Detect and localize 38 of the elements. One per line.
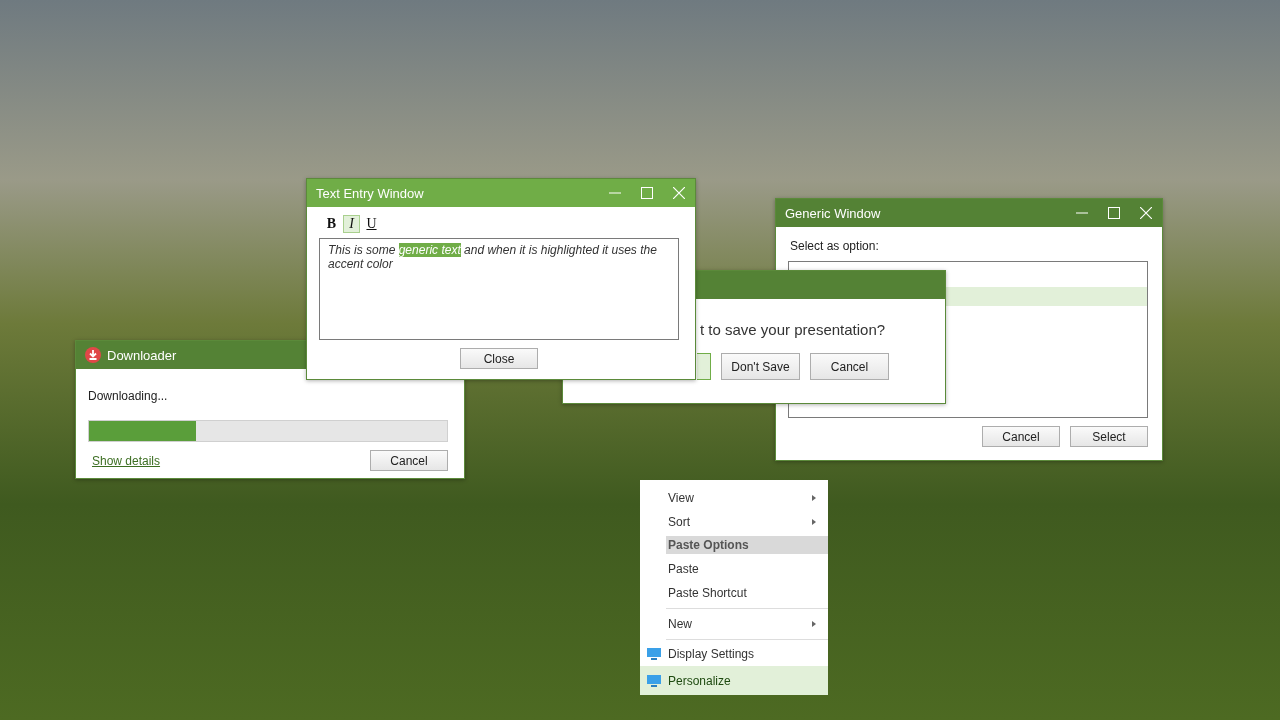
close-button[interactable]: Close [460, 348, 538, 369]
window-title: Generic Window [785, 205, 881, 221]
format-button[interactable]: B [323, 215, 340, 233]
format-button[interactable]: I [343, 215, 360, 233]
close-icon [673, 187, 685, 199]
show-details-link[interactable]: Show details [92, 453, 161, 468]
menu-item[interactable]: View [640, 486, 828, 510]
text-area[interactable]: This is some generic text and when it is highlighted it uses the accent color [319, 238, 679, 340]
menu-item[interactable]: Paste Shortcut [640, 581, 828, 605]
menu-header: Paste Options [666, 535, 828, 555]
dialog-button[interactable]: Select [1070, 426, 1148, 447]
menu-item[interactable]: Sort [640, 509, 828, 534]
status-label: Downloading... [88, 389, 169, 403]
maximize-icon [641, 187, 653, 199]
download-icon [85, 347, 101, 363]
prompt-label: Select as option: [790, 239, 880, 253]
submenu-arrow-icon [812, 518, 816, 525]
window-title: Downloader [107, 347, 177, 363]
dialog-button[interactable]: Cancel [810, 353, 889, 380]
menu-item[interactable]: New [640, 611, 828, 636]
format-button[interactable]: U [363, 215, 380, 233]
minimize-icon [1076, 212, 1088, 214]
submenu-arrow-icon [812, 494, 816, 501]
window-title: Text Entry Window [316, 185, 424, 201]
menu-item[interactable]: Personalize [640, 666, 828, 695]
dialog-button[interactable]: Don't Save [721, 353, 800, 380]
monitor-icon [646, 673, 662, 688]
dialog-message: t to save your presentation? [700, 321, 887, 338]
monitor-icon [646, 647, 662, 662]
dialog-button-edge[interactable] [697, 353, 711, 380]
dialog-button[interactable]: Cancel [982, 426, 1060, 447]
minimize-icon [609, 192, 621, 194]
cancel-button[interactable]: Cancel [370, 450, 448, 471]
submenu-arrow-icon [812, 620, 816, 627]
close-icon [1140, 207, 1152, 219]
maximize-icon [1108, 207, 1120, 219]
menu-item[interactable]: Display Settings [640, 642, 828, 667]
menu-item[interactable]: Paste [640, 557, 828, 582]
